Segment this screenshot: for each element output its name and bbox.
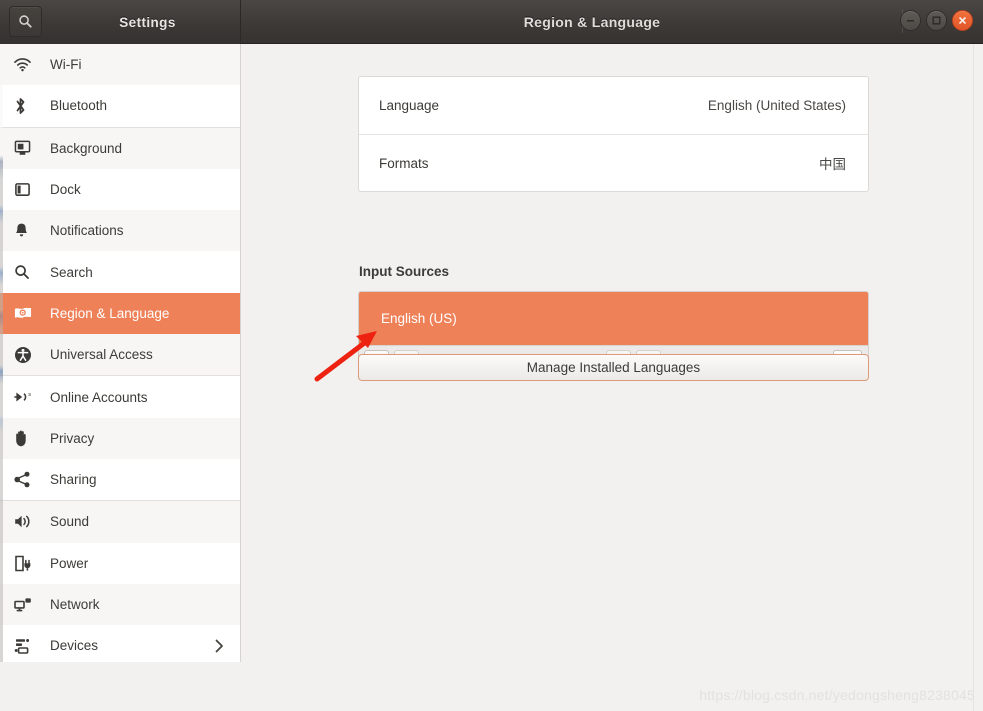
sidebar-item-dock[interactable]: Dock — [0, 169, 240, 210]
search-icon — [14, 262, 40, 282]
manage-installed-languages-button[interactable]: Manage Installed Languages — [358, 354, 869, 381]
sidebar-item-label: Sharing — [50, 472, 240, 487]
background-icon — [14, 138, 40, 158]
region-language-icon — [14, 303, 40, 323]
input-source-label: English (US) — [381, 311, 457, 326]
manage-installed-languages-label: Manage Installed Languages — [527, 360, 700, 375]
close-icon — [957, 15, 968, 26]
minimize-button[interactable] — [900, 10, 921, 31]
chevron-right-icon — [215, 639, 224, 653]
search-button[interactable] — [9, 6, 42, 37]
sidebar-item-wifi[interactable]: Wi-Fi — [0, 44, 240, 85]
watermark: https://blog.csdn.net/yedongsheng8238045 — [699, 687, 975, 703]
language-value: English (United States) — [708, 98, 846, 113]
maximize-icon — [931, 15, 942, 26]
sidebar-item-label: Privacy — [50, 431, 240, 446]
sidebar-item-universal-access[interactable]: Universal Access — [0, 334, 240, 375]
sidebar-item-label: Power — [50, 556, 240, 571]
online-accounts-icon: s — [14, 387, 40, 407]
sidebar-item-sharing[interactable]: Sharing — [0, 459, 240, 500]
svg-text:s: s — [28, 392, 31, 398]
network-icon — [14, 595, 40, 615]
sidebar-item-label: Wi-Fi — [50, 57, 240, 72]
sidebar-item-label: Background — [50, 141, 240, 156]
devices-icon — [14, 636, 40, 656]
bell-icon — [14, 221, 40, 241]
sidebar-item-online-accounts[interactable]: s Online Accounts — [0, 376, 240, 417]
accessibility-icon — [14, 345, 40, 365]
language-row[interactable]: Language English (United States) — [359, 77, 868, 134]
formats-value: 中国 — [819, 153, 846, 173]
sidebar-item-label: Region & Language — [50, 306, 240, 321]
language-card: Language English (United States) Formats… — [358, 76, 869, 192]
input-source-item[interactable]: English (US) — [359, 292, 868, 345]
hand-icon — [14, 428, 40, 448]
wifi-icon — [14, 55, 40, 75]
sidebar-item-background[interactable]: Background — [0, 128, 240, 169]
maximize-button[interactable] — [926, 10, 947, 31]
sidebar-item-network[interactable]: Network — [0, 584, 240, 625]
sidebar-item-label: Bluetooth — [50, 98, 240, 113]
window-title: Region & Language — [241, 0, 983, 44]
sidebar-item-sound[interactable]: Sound — [0, 501, 240, 542]
sidebar-item-label: Sound — [50, 514, 240, 529]
sidebar-item-privacy[interactable]: Privacy — [0, 418, 240, 459]
input-sources-heading: Input Sources — [359, 264, 449, 279]
power-icon — [14, 553, 40, 573]
titlebar-sidebar-section: Settings — [0, 0, 241, 44]
language-label: Language — [379, 98, 439, 113]
sidebar-item-power[interactable]: Power — [0, 543, 240, 584]
speaker-icon — [14, 512, 40, 532]
window-controls — [900, 10, 973, 31]
sidebar-item-label: Dock — [50, 182, 240, 197]
sidebar[interactable]: Wi-Fi Bluetooth Background — [0, 44, 241, 662]
sidebar-item-search[interactable]: Search — [0, 251, 240, 292]
sidebar-item-label: Universal Access — [50, 347, 240, 362]
minimize-icon — [905, 15, 916, 26]
sidebar-title: Settings — [60, 0, 235, 44]
sidebar-item-label: Online Accounts — [50, 390, 240, 405]
share-icon — [14, 470, 40, 490]
sidebar-item-label: Network — [50, 597, 240, 612]
formats-label: Formats — [379, 156, 429, 171]
sidebar-item-devices[interactable]: Devices — [0, 625, 240, 662]
dock-icon — [14, 180, 40, 200]
sidebar-item-region-language[interactable]: Region & Language — [0, 293, 240, 334]
sidebar-item-label: Notifications — [50, 223, 240, 238]
sidebar-item-label: Devices — [50, 638, 215, 653]
settings-window: Settings Region & Language — [0, 0, 983, 711]
window-right-edge — [973, 44, 983, 711]
titlebar: Settings Region & Language — [0, 0, 983, 44]
search-icon — [18, 14, 33, 29]
sidebar-item-notifications[interactable]: Notifications — [0, 210, 240, 251]
sidebar-item-bluetooth[interactable]: Bluetooth — [0, 85, 240, 126]
bluetooth-icon — [14, 96, 40, 116]
close-button[interactable] — [952, 10, 973, 31]
sidebar-item-label: Search — [50, 265, 240, 280]
formats-row[interactable]: Formats 中国 — [359, 134, 868, 191]
